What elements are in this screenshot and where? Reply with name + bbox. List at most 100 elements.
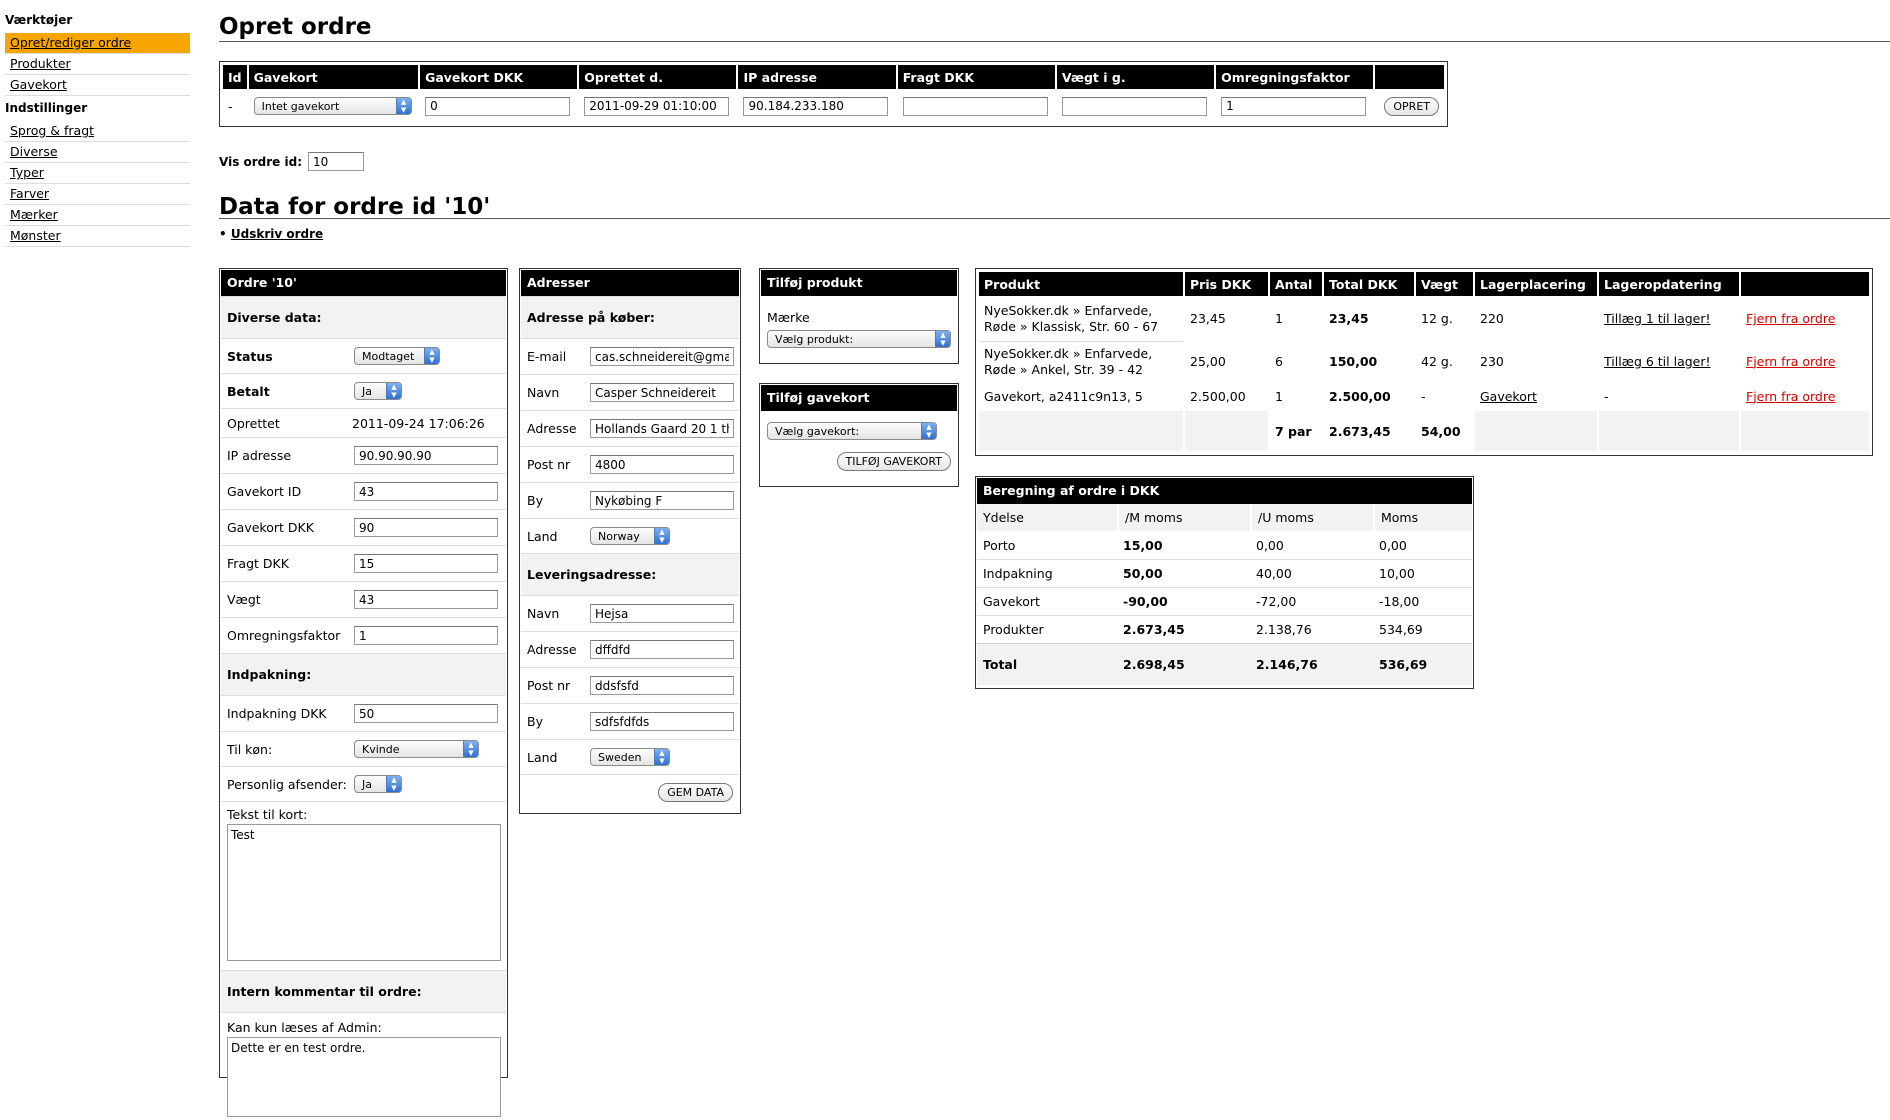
stock-update-link[interactable]: Tillæg 6 til lager! <box>1604 354 1711 369</box>
col-vaegt: Vægt <box>1416 272 1473 296</box>
freight-dkk-input[interactable] <box>902 96 1048 116</box>
giftcard-add-select[interactable]: Vælg gavekort: ▲ ▼ <box>767 422 937 440</box>
sender-label: Personlig afsender: <box>227 776 347 792</box>
card-text-textarea[interactable]: Test <box>227 824 501 961</box>
giftcard-dkk-label: Gavekort DKK <box>227 520 314 535</box>
product-location: 220 <box>1480 311 1504 326</box>
remove-from-order-link[interactable]: Fjern fra ordre <box>1746 311 1835 326</box>
buyer-name-input[interactable] <box>590 383 734 402</box>
buyer-city-input[interactable] <box>590 491 734 510</box>
order-factor-input[interactable] <box>354 626 498 645</box>
delivery-city-label: By <box>527 714 543 729</box>
col-gavekort-dkk: Gavekort DKK <box>420 65 578 89</box>
delivery-country-value: Sweden <box>598 750 642 764</box>
calc-total-vat: 536,69 <box>1373 643 1472 685</box>
col-omregningsfaktor: Omregningsfaktor <box>1216 65 1374 89</box>
sender-select-value: Ja <box>362 777 372 791</box>
delivery-name-label: Navn <box>527 606 560 621</box>
internal-heading: Intern kommentar til ordre: <box>227 984 422 999</box>
calc-col-moms: Moms <box>1373 504 1472 531</box>
order-ip-input[interactable] <box>354 446 498 465</box>
calculation-table: Ydelse /M moms /U moms Moms Porto 15,00 … <box>977 504 1472 685</box>
ip-address-input[interactable] <box>743 96 889 116</box>
delivery-name-input[interactable] <box>590 604 734 623</box>
buyer-email-input[interactable] <box>590 347 734 366</box>
delivery-heading: Leveringsadresse: <box>527 567 657 582</box>
buyer-country-select[interactable]: Norway ▲ ▼ <box>590 527 670 545</box>
giftcard-link[interactable]: Gavekort <box>1480 389 1537 404</box>
gender-select-value: Kvinde <box>362 742 400 756</box>
order-weight-input[interactable] <box>354 590 498 609</box>
conversion-factor-input[interactable] <box>1221 96 1367 116</box>
delivery-zip-input[interactable] <box>590 676 734 695</box>
giftcard-select[interactable]: Intet gavekort ▲ ▼ <box>253 97 412 115</box>
city-label: By <box>527 493 543 508</box>
order-freight-input[interactable] <box>354 554 498 573</box>
packing-dkk-input[interactable] <box>354 704 498 723</box>
delivery-address-input[interactable] <box>590 640 734 659</box>
print-order-link[interactable]: Udskriv ordre <box>231 227 323 241</box>
add-giftcard-button[interactable]: TILFØJ GAVEKORT <box>836 452 951 471</box>
packing-dkk-label: Indpakning DKK <box>227 706 327 721</box>
buyer-heading-row: Adresse på køber: <box>521 296 739 338</box>
col-antal: Antal <box>1270 272 1322 296</box>
sidebar-item-gavekort[interactable]: Gavekort <box>5 75 190 96</box>
calc-without-vat: 40,00 <box>1250 559 1373 587</box>
sidebar: Værktøjer Opret/rediger ordre Produkter … <box>0 13 190 247</box>
sum-qty: 7 par <box>1270 411 1322 451</box>
calc-label: Gavekort <box>977 587 1117 615</box>
giftcard-dkk-input[interactable] <box>425 96 571 116</box>
weight-input[interactable] <box>1061 96 1207 116</box>
buyer-address-input[interactable] <box>590 419 734 438</box>
order-giftcard-dkk-input[interactable] <box>354 518 498 537</box>
stock-update-link[interactable]: Tillæg 1 til lager! <box>1604 311 1711 326</box>
paid-select[interactable]: Ja ▲ ▼ <box>354 382 402 400</box>
created-label: Oprettet <box>227 415 280 431</box>
product-name: NyeSokker.dk » Enfarvede, <box>984 302 1153 318</box>
select-arrows-icon: ▲ ▼ <box>921 423 936 439</box>
sidebar-item-diverse[interactable]: Diverse <box>5 142 190 163</box>
show-order-id-input[interactable] <box>308 152 364 171</box>
created-date-input[interactable] <box>584 96 730 116</box>
sender-select[interactable]: Ja ▲ ▼ <box>354 775 402 793</box>
select-arrows-icon: ▲ ▼ <box>935 331 950 347</box>
admin-comment-textarea[interactable]: Dette er en test ordre. <box>227 1037 501 1117</box>
delivery-zip-label: Post nr <box>527 678 571 693</box>
create-order-button[interactable]: OPRET <box>1384 96 1439 116</box>
gender-select[interactable]: Kvinde ▲ ▼ <box>354 740 479 758</box>
calc-col-ydelse: Ydelse <box>983 510 1024 525</box>
calc-label: Produkter <box>977 615 1117 643</box>
sidebar-item-produkter[interactable]: Produkter <box>5 54 190 75</box>
table-row: NyeSokker.dk » Enfarvede, Røde » Ankel, S… <box>979 341 1869 381</box>
sidebar-item-monster[interactable]: Mønster <box>5 226 190 247</box>
sidebar-item-farver[interactable]: Farver <box>5 184 190 205</box>
order-products-table: Produkt Pris DKK Antal Total DKK Vægt La… <box>977 270 1871 453</box>
save-data-button[interactable]: GEM DATA <box>658 783 733 802</box>
calc-label: Porto <box>983 537 1016 553</box>
sidebar-item-opret-rediger-ordre[interactable]: Opret/rediger ordre <box>5 33 190 54</box>
add-product-box: Tilføj produkt Mærke Vælg produkt: ▲ ▼ <box>759 268 959 364</box>
admin-comment-label: Kan kun læses af Admin: <box>227 1020 382 1035</box>
product-weight: - <box>1421 388 1426 404</box>
delivery-country-select[interactable]: Sweden ▲ ▼ <box>590 748 670 766</box>
add-product-title: Tilføj produkt <box>761 270 957 296</box>
product-select[interactable]: Vælg produkt: ▲ ▼ <box>767 330 951 348</box>
add-giftcard-title: Tilføj gavekort <box>761 385 957 411</box>
buyer-zip-input[interactable] <box>590 455 734 474</box>
select-arrows-icon: ▲ ▼ <box>395 98 411 114</box>
sidebar-item-maerker[interactable]: Mærker <box>5 205 190 226</box>
sidebar-item-typer[interactable]: Typer <box>5 163 190 184</box>
remove-from-order-link[interactable]: Fjern fra ordre <box>1746 389 1835 404</box>
delivery-city-input[interactable] <box>590 712 734 731</box>
order-giftcard-id-input[interactable] <box>354 482 498 501</box>
buyer-heading: Adresse på køber: <box>527 310 655 325</box>
created-value: 2011-09-24 17:06:26 <box>352 415 485 431</box>
select-arrows-icon: ▲ ▼ <box>463 741 478 757</box>
status-select[interactable]: Modtaget ▲ ▼ <box>354 347 440 365</box>
remove-from-order-link[interactable]: Fjern fra ordre <box>1746 354 1835 369</box>
select-arrows-icon: ▲ ▼ <box>386 383 401 399</box>
select-arrows-icon: ▲ ▼ <box>654 528 669 544</box>
title-divider <box>219 41 1890 42</box>
new-order-id: - <box>228 98 233 114</box>
sidebar-item-sprog-fragt[interactable]: Sprog & fragt <box>5 121 190 142</box>
